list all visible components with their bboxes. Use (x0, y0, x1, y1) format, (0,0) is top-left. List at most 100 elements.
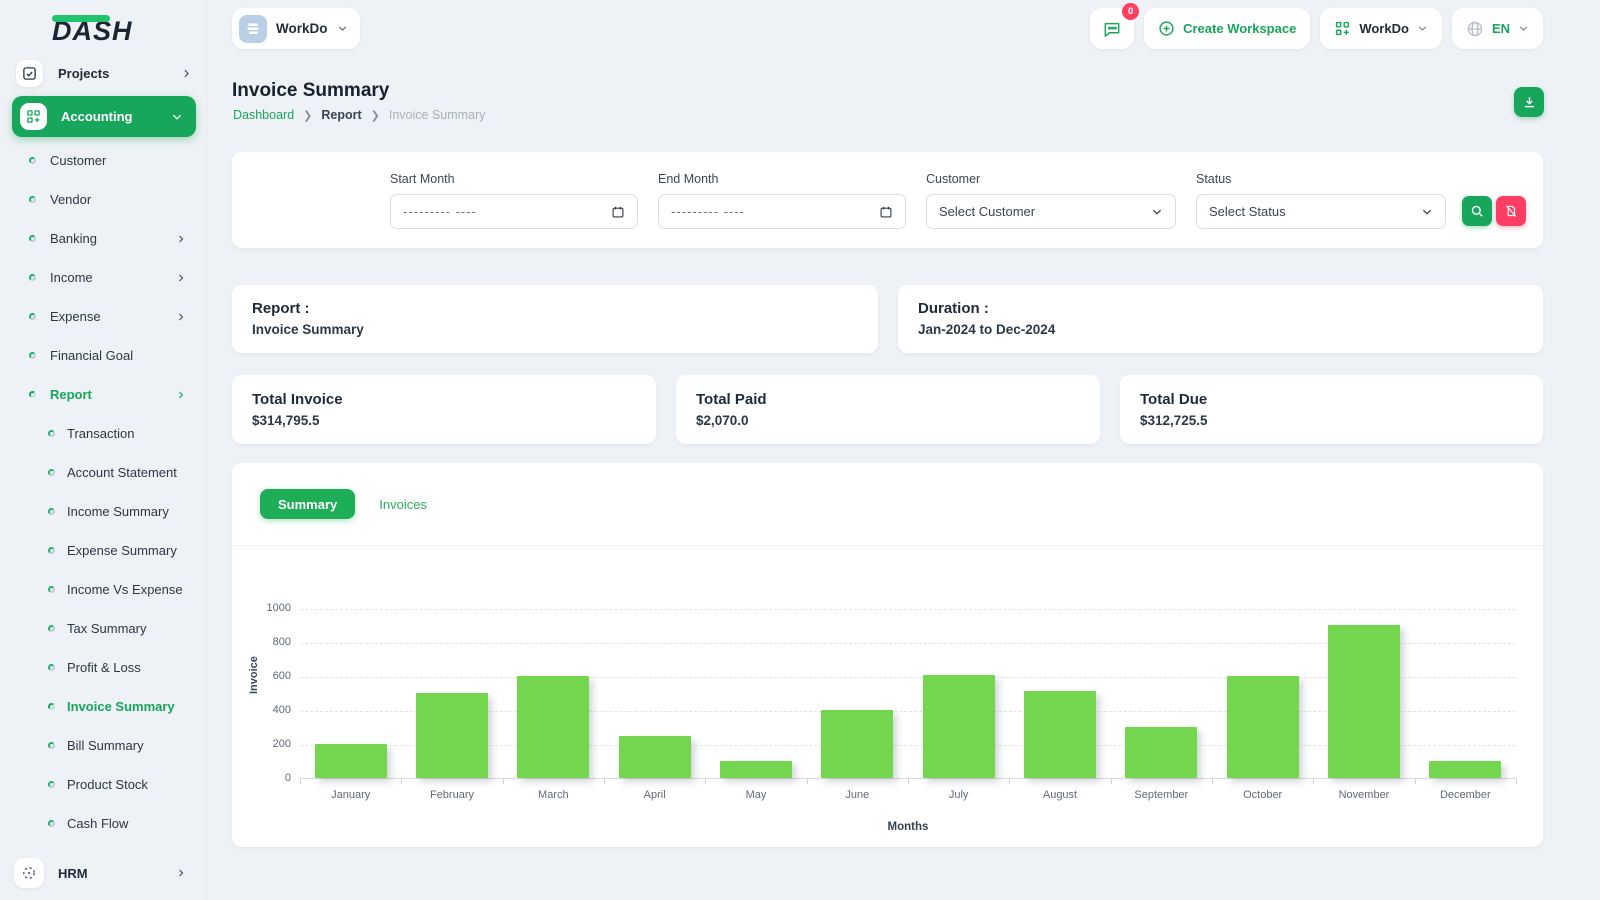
sidebar-item-label: Vendor (50, 192, 92, 207)
bar-november[interactable] (1328, 625, 1400, 778)
sidebar-item-label: Bill Summary (67, 738, 144, 753)
download-icon (1524, 96, 1534, 107)
download-button[interactable] (1514, 87, 1544, 117)
x-axis-category-label: July (948, 789, 969, 801)
breadcrumb-item: Invoice Summary (388, 108, 486, 122)
tab-invoices[interactable]: Invoices (377, 489, 429, 519)
sidebar-item-income-vs-expense[interactable]: Income Vs Expense (0, 570, 207, 609)
x-axis-category-label: May (745, 789, 767, 801)
bar-may[interactable] (720, 761, 792, 778)
workspace-avatar (239, 14, 267, 43)
create-workspace-label: Create Workspace (1183, 21, 1297, 36)
bar-april[interactable] (618, 735, 691, 778)
bar-september[interactable] (1125, 727, 1198, 778)
bullet-icon (29, 196, 36, 203)
bar-october[interactable] (1226, 676, 1299, 778)
customer-select[interactable]: Select Customer (926, 194, 1176, 229)
bar-february[interactable] (416, 693, 488, 778)
sidebar-item-cash-flow[interactable]: Cash Flow (0, 804, 207, 843)
duration-value: Jan-2024 to Dec-2024 (918, 322, 1056, 337)
status-select-value: Select Status (1209, 204, 1286, 219)
breadcrumb-item[interactable]: Dashboard (233, 108, 294, 122)
sidebar-item-tax-summary[interactable]: Tax Summary (0, 609, 207, 648)
sidebar-item-projects[interactable]: Projects (16, 57, 192, 89)
workdo-menu-label: WorkDo (1359, 21, 1409, 36)
x-axis-title: Months (887, 821, 929, 833)
bar-july[interactable] (922, 675, 995, 778)
x-axis-category-label: April (643, 789, 666, 801)
apply-filter-button[interactable] (1462, 196, 1492, 226)
bar-august[interactable] (1024, 691, 1096, 778)
workspace-selector[interactable]: WorkDo (232, 8, 360, 49)
tab-summary[interactable]: Summary (260, 489, 356, 519)
sidebar-item-customer[interactable]: Customer (0, 141, 207, 180)
bullet-icon (48, 430, 55, 437)
chevron-down-icon (172, 114, 182, 120)
x-axis-tick (401, 779, 403, 784)
sidebar-item-income-summary[interactable]: Income Summary (0, 492, 207, 531)
sidebar-item-label: Transaction (67, 426, 135, 441)
x-axis-tick (1313, 779, 1315, 784)
x-axis-category-label: August (1042, 789, 1078, 801)
status-select[interactable]: Select Status (1196, 194, 1446, 229)
y-axis-tick-label: 800 (272, 636, 291, 648)
file-slash-icon (1506, 205, 1517, 217)
sidebar-item-hrm[interactable]: HRM (0, 851, 207, 895)
messages-button[interactable]: 0 (1090, 3, 1140, 49)
start-month-placeholder: --------- ---- (403, 204, 477, 219)
bullet-icon (48, 625, 55, 632)
report-info-card: Report : Invoice Summary (232, 285, 878, 353)
bar-march[interactable] (517, 676, 590, 778)
reset-filter-button[interactable] (1496, 196, 1526, 226)
sidebar-item-label: Financial Goal (50, 348, 134, 363)
language-selector[interactable]: EN (1451, 8, 1543, 49)
x-axis-tick (1009, 779, 1011, 784)
bullet-icon (48, 742, 55, 749)
x-axis-category-label: March (538, 789, 569, 801)
x-axis-tick (502, 779, 504, 784)
calendar-icon (880, 206, 892, 217)
sidebar-item-report[interactable]: Report (0, 375, 207, 414)
status-label: Status (1196, 172, 1232, 186)
sidebar-item-income[interactable]: Income (0, 258, 207, 297)
x-axis-tick (1414, 779, 1416, 784)
sidebar-item-bill-summary[interactable]: Bill Summary (0, 726, 207, 765)
sidebar-item-financial-goal[interactable]: Financial Goal (0, 336, 207, 375)
bullet-icon (48, 820, 55, 827)
sidebar-item-product-stock[interactable]: Product Stock (0, 765, 207, 804)
sidebar-item-expense[interactable]: Expense (0, 297, 207, 336)
start-month-input[interactable]: --------- ---- (390, 194, 638, 229)
sidebar-item-transaction[interactable]: Transaction (0, 414, 207, 453)
chevron-right-icon (179, 274, 184, 281)
chevron-down-icon (1519, 26, 1528, 31)
end-month-input[interactable]: --------- ---- (658, 194, 906, 229)
sidebar-item-profit-loss[interactable]: Profit & Loss (0, 648, 207, 687)
end-month-placeholder: --------- ---- (671, 204, 745, 219)
create-workspace-button[interactable]: Create Workspace (1144, 8, 1311, 49)
workdo-menu-button[interactable]: WorkDo (1320, 8, 1442, 49)
sidebar-menu: Customer Vendor Banking Income Expense Financ… (0, 141, 207, 895)
customer-select-value: Select Customer (939, 204, 1036, 219)
breadcrumb-item[interactable]: Report (321, 108, 361, 122)
sidebar-item-invoice-summary[interactable]: Invoice Summary (0, 687, 207, 726)
x-axis-tick (908, 779, 909, 784)
sidebar-item-vendor[interactable]: Vendor (0, 180, 207, 219)
bar-january[interactable] (314, 744, 387, 778)
x-axis-tick (705, 779, 707, 784)
customer-label: Customer (926, 172, 981, 186)
breadcrumb-separator: ❯ (370, 109, 380, 122)
total-value: $312,725.5 (1140, 413, 1208, 428)
chevron-right-icon (179, 313, 184, 320)
total-label: Total Invoice (252, 391, 343, 408)
dashed-circle-icon (14, 858, 44, 888)
x-axis-tick (1212, 779, 1213, 784)
sidebar-item-label: Account Statement (67, 465, 177, 480)
total-card-total-invoice: Total Invoice $314,795.5 (232, 375, 656, 444)
bar-june[interactable] (821, 710, 894, 778)
bar-december[interactable] (1429, 761, 1502, 778)
sidebar-item-accounting[interactable]: Accounting (12, 96, 196, 137)
sidebar-item-expense-summary[interactable]: Expense Summary (0, 531, 207, 570)
sidebar-item-account-statement[interactable]: Account Statement (0, 453, 207, 492)
sidebar-item-banking[interactable]: Banking (0, 219, 207, 258)
bullet-icon (29, 313, 36, 320)
